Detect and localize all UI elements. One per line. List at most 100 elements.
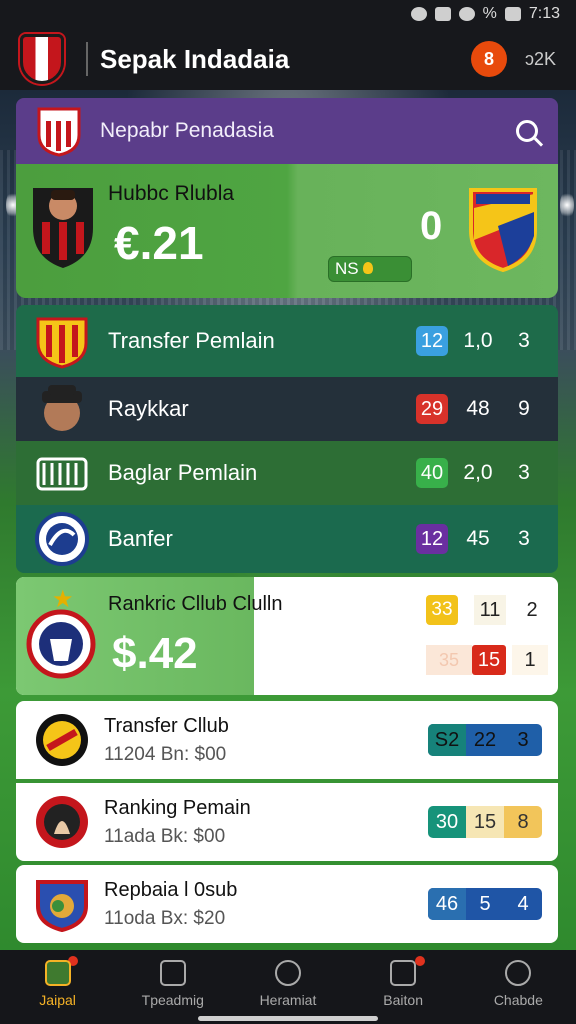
trophy-icon <box>362 262 373 274</box>
search-icon[interactable] <box>516 120 538 142</box>
row-label: Raykkar <box>108 396 189 421</box>
stats-bar: 30 15 8 <box>428 806 542 838</box>
card-title: Ranking Pemain <box>104 796 251 819</box>
stat-chip: 15 <box>472 645 506 675</box>
stat-chip: 33 <box>426 595 458 625</box>
nav-label: Tpeadmig <box>141 992 204 1008</box>
club-logo-icon <box>36 457 88 491</box>
inbox-icon <box>390 960 417 986</box>
stat-value: 3 <box>517 729 529 751</box>
row-label: Transfer Pemlain <box>108 328 275 353</box>
stat-value: 48 <box>466 397 490 420</box>
bottom-navigation: Jaipal Tpeadmig Heramiat Baiton Chabde <box>0 950 576 1024</box>
list-card[interactable]: Repbaia l 0sub 11oda Bx: $20 46 5 4 <box>16 865 558 943</box>
card-title: Transfer Cllub <box>104 714 229 737</box>
stat-chip: 12 <box>416 524 448 554</box>
stat-value: 1 <box>512 645 548 675</box>
alarm-icon <box>410 7 427 21</box>
match-status-text: NS <box>335 259 359 278</box>
promo-name: Rankric Cllub Clulln <box>108 593 283 615</box>
card-subtitle: 11oda Bx: $20 <box>104 907 226 929</box>
divider <box>86 42 88 76</box>
stat-value: 2 <box>526 599 538 621</box>
list-card[interactable]: Transfer Cllub 11204 Bn: $00 S2 22 3 <box>16 701 558 779</box>
stat-value: 45 <box>466 527 490 550</box>
home-score: €.21 <box>114 217 204 269</box>
club-crest-icon <box>37 107 81 157</box>
ranking-promo-card[interactable]: ★ Rankric Cllub Clulln $.42 33 11 2 35 1… <box>16 577 558 695</box>
search-icon <box>505 960 532 986</box>
calendar-icon <box>159 960 186 986</box>
card-subtitle: 11ada Bk: $00 <box>104 825 226 847</box>
battery-icon <box>504 7 521 21</box>
face-icon <box>274 960 301 986</box>
stat-value: 22 <box>473 729 497 751</box>
stat-value: 3 <box>518 527 530 550</box>
match-status-badge: NS <box>328 256 412 282</box>
stat-value: S2 <box>428 724 466 756</box>
stat-value: 1,0 <box>463 329 493 352</box>
club-crest-icon <box>35 512 89 566</box>
home-team-badge-icon <box>33 188 93 268</box>
promo-price: $.42 <box>112 629 198 678</box>
nav-item-home[interactable]: Jaipal <box>8 956 108 1008</box>
notification-icon <box>434 7 451 21</box>
row-label: Baglar Pemlain <box>108 460 258 485</box>
stat-value: 15 <box>466 806 504 838</box>
notification-button[interactable]: 8 <box>470 41 507 77</box>
stat-chip: 40 <box>416 458 448 488</box>
section-header: Nepabr Penadasia <box>16 98 558 164</box>
away-team-badge-icon <box>469 188 537 272</box>
nav-label: Jaipal <box>39 992 76 1008</box>
stat-chip: 29 <box>416 394 448 424</box>
away-score: 0 <box>420 204 443 248</box>
stats-bar: 46 5 4 <box>428 888 542 920</box>
home-icon <box>44 960 71 986</box>
nav-item-players[interactable]: Heramiat <box>238 960 338 1008</box>
player-avatar-icon <box>42 385 82 431</box>
section-title: Nepabr Penadasia <box>100 119 274 142</box>
stat-value: 8 <box>504 806 542 838</box>
club-crest-icon <box>36 317 88 369</box>
featured-match-card[interactable]: Hubbc Rlubla €.21 0 NS <box>16 164 558 298</box>
status-bar: % 7:13 <box>0 0 576 28</box>
notification-dot <box>415 956 426 966</box>
list-item[interactable]: Raykkar 29 48 9 <box>16 377 558 441</box>
club-crest-icon <box>36 796 88 848</box>
list-item[interactable]: Transfer Pemlain 12 1,0 3 <box>16 305 558 377</box>
club-crest-icon <box>36 880 88 932</box>
list-card[interactable]: Ranking Pemain 11ada Bk: $00 30 15 8 <box>16 783 558 861</box>
card-subtitle: 11204 Bn: $00 <box>104 743 227 765</box>
home-team-name: Hubbc Rlubla <box>108 182 235 205</box>
stats-bar: S2 22 3 <box>428 724 542 756</box>
nav-label: Baiton <box>383 992 423 1008</box>
nav-item-inbox[interactable]: Baiton <box>353 956 453 1008</box>
nav-label: Heramiat <box>259 992 317 1008</box>
row-label: Banfer <box>108 526 173 551</box>
stat-value: 3 <box>518 461 530 484</box>
stat-chip: 35 <box>426 645 472 675</box>
stat-value: 30 <box>428 806 466 838</box>
list-item[interactable]: Baglar Pemlain 40 2,0 3 <box>16 441 558 505</box>
stat-chip: 12 <box>416 326 448 356</box>
stat-value: 2,0 <box>463 461 493 484</box>
club-crest-icon <box>36 714 88 766</box>
nav-item-schedule[interactable]: Tpeadmig <box>123 960 223 1008</box>
stat-value: 11 <box>474 595 506 625</box>
list-item[interactable]: Banfer 12 45 3 <box>16 505 558 573</box>
stat-value: 46 <box>428 888 466 920</box>
profile-short-label[interactable]: ɔ2K <box>525 49 556 70</box>
wifi-icon <box>458 7 475 21</box>
floodlight <box>560 190 574 220</box>
app-title: Sepak Indadaia <box>100 43 290 74</box>
stat-value: 5 <box>479 893 491 915</box>
signal-battery-text: % <box>482 5 497 22</box>
stat-value: 3 <box>518 329 530 352</box>
nav-item-search[interactable]: Chabde <box>468 960 568 1008</box>
home-indicator[interactable] <box>198 1016 378 1021</box>
club-crest-icon <box>26 609 96 679</box>
card-title: Repbaia l 0sub <box>104 878 238 901</box>
stat-value: 4 <box>517 893 529 915</box>
stat-value: 9 <box>518 397 530 420</box>
clock: 7:13 <box>528 5 560 22</box>
